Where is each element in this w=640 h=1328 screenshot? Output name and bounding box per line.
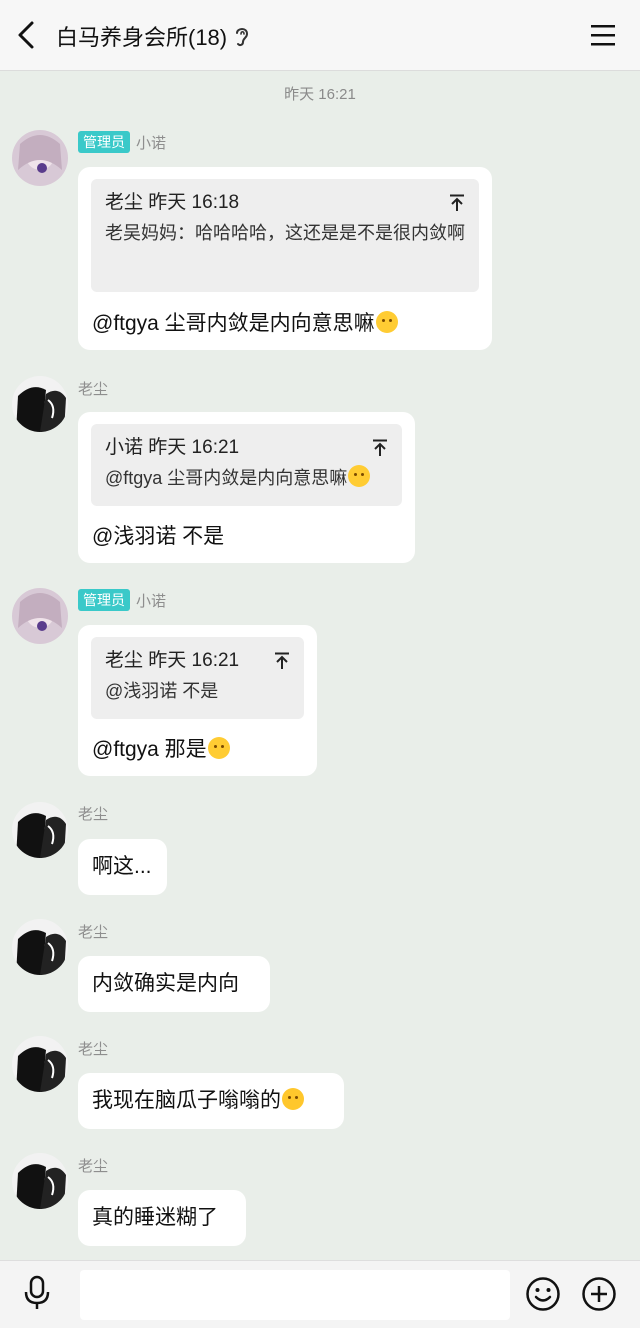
avatar[interactable] bbox=[12, 802, 68, 858]
ear-icon bbox=[236, 28, 249, 47]
message-text: 内敛确实是内向 bbox=[92, 972, 239, 995]
message-bubble[interactable]: 内敛确实是内向 bbox=[78, 956, 270, 1012]
quote-text: @ftgya 尘哥内敛是内向意思嘛 bbox=[105, 464, 388, 492]
quote-header: 老尘 昨天 16:18 bbox=[105, 192, 240, 213]
message-bubble[interactable]: 小诺 昨天 16:21 @ftgya 尘哥内敛是内向意思嘛 @浅羽诺 不是 bbox=[78, 412, 415, 563]
message-bubble[interactable]: 啊这... bbox=[78, 839, 167, 895]
sender-row: 老尘 bbox=[78, 802, 108, 824]
quote-text: 老吴妈妈：哈哈哈哈，这还是是不是很内敛啊 bbox=[105, 223, 465, 243]
avatar[interactable] bbox=[12, 1153, 68, 1209]
sender-row: 老尘 bbox=[78, 1037, 108, 1059]
emoji-icon[interactable] bbox=[525, 1276, 561, 1312]
emoji-icon bbox=[207, 737, 230, 759]
message-bubble[interactable]: 老尘 昨天 16:18 老吴妈妈：哈哈哈哈，这还是是不是很内敛啊 @ftgya … bbox=[78, 167, 492, 350]
pin-to-top-icon[interactable] bbox=[274, 652, 290, 670]
sender-name[interactable]: 老尘 bbox=[78, 1155, 108, 1176]
avatar[interactable] bbox=[12, 130, 68, 186]
avatar[interactable] bbox=[12, 588, 68, 644]
emoji-icon bbox=[375, 311, 398, 333]
chat-header: 白马养身会所(18) bbox=[0, 0, 640, 71]
menu-icon[interactable] bbox=[590, 23, 616, 47]
message-bubble[interactable]: 真的睡迷糊了 bbox=[78, 1190, 246, 1246]
admin-badge: 管理员 bbox=[78, 589, 130, 611]
back-arrow-icon[interactable] bbox=[14, 19, 40, 51]
avatar[interactable] bbox=[12, 919, 68, 975]
message-text: 真的睡迷糊了 bbox=[92, 1206, 218, 1229]
plus-icon[interactable] bbox=[581, 1276, 617, 1312]
sender-name[interactable]: 小诺 bbox=[136, 132, 166, 153]
quoted-message[interactable]: 老尘 昨天 16:21 @浅羽诺 不是 bbox=[91, 637, 304, 719]
message-text: 啊这... bbox=[92, 855, 152, 878]
sender-row: 管理员 小诺 bbox=[78, 131, 166, 153]
message-text: 我现在脑瓜子嗡嗡的 bbox=[92, 1087, 304, 1115]
sender-name[interactable]: 老尘 bbox=[78, 803, 108, 824]
sender-row: 老尘 bbox=[78, 377, 108, 399]
message-text: @ftgya 那是 bbox=[92, 736, 230, 764]
admin-badge: 管理员 bbox=[78, 131, 130, 153]
quote-header: 老尘 昨天 16:21 bbox=[105, 650, 240, 671]
emoji-icon bbox=[348, 465, 371, 487]
sender-name[interactable]: 老尘 bbox=[78, 921, 108, 942]
message-text: @浅羽诺 不是 bbox=[92, 525, 225, 548]
quoted-message[interactable]: 小诺 昨天 16:21 @ftgya 尘哥内敛是内向意思嘛 bbox=[91, 424, 402, 506]
pin-to-top-icon[interactable] bbox=[372, 439, 388, 457]
quote-text: @浅羽诺 不是 bbox=[105, 681, 219, 701]
sender-name[interactable]: 老尘 bbox=[78, 1038, 108, 1059]
quoted-message[interactable]: 老尘 昨天 16:18 老吴妈妈：哈哈哈哈，这还是是不是很内敛啊 bbox=[91, 179, 479, 292]
message-timestamp: 昨天 16:21 bbox=[284, 86, 356, 103]
input-bar bbox=[0, 1260, 640, 1328]
sender-name[interactable]: 老尘 bbox=[78, 378, 108, 399]
chat-title[interactable]: 白马养身会所(18) bbox=[56, 20, 227, 52]
message-bubble[interactable]: 老尘 昨天 16:21 @浅羽诺 不是 @ftgya 那是 bbox=[78, 625, 317, 776]
message-input[interactable] bbox=[80, 1270, 510, 1320]
sender-name[interactable]: 小诺 bbox=[136, 590, 166, 611]
message-text: @ftgya 尘哥内敛是内向意思嘛 bbox=[92, 310, 398, 338]
sender-row: 老尘 bbox=[78, 920, 108, 942]
sender-row: 管理员 小诺 bbox=[78, 589, 166, 611]
message-bubble[interactable]: 我现在脑瓜子嗡嗡的 bbox=[78, 1073, 344, 1129]
sender-row: 老尘 bbox=[78, 1154, 108, 1176]
avatar[interactable] bbox=[12, 376, 68, 432]
avatar[interactable] bbox=[12, 1036, 68, 1092]
pin-to-top-icon[interactable] bbox=[449, 194, 465, 212]
quote-header: 小诺 昨天 16:21 bbox=[105, 437, 240, 458]
emoji-icon bbox=[282, 1088, 304, 1110]
microphone-icon[interactable] bbox=[22, 1275, 52, 1311]
